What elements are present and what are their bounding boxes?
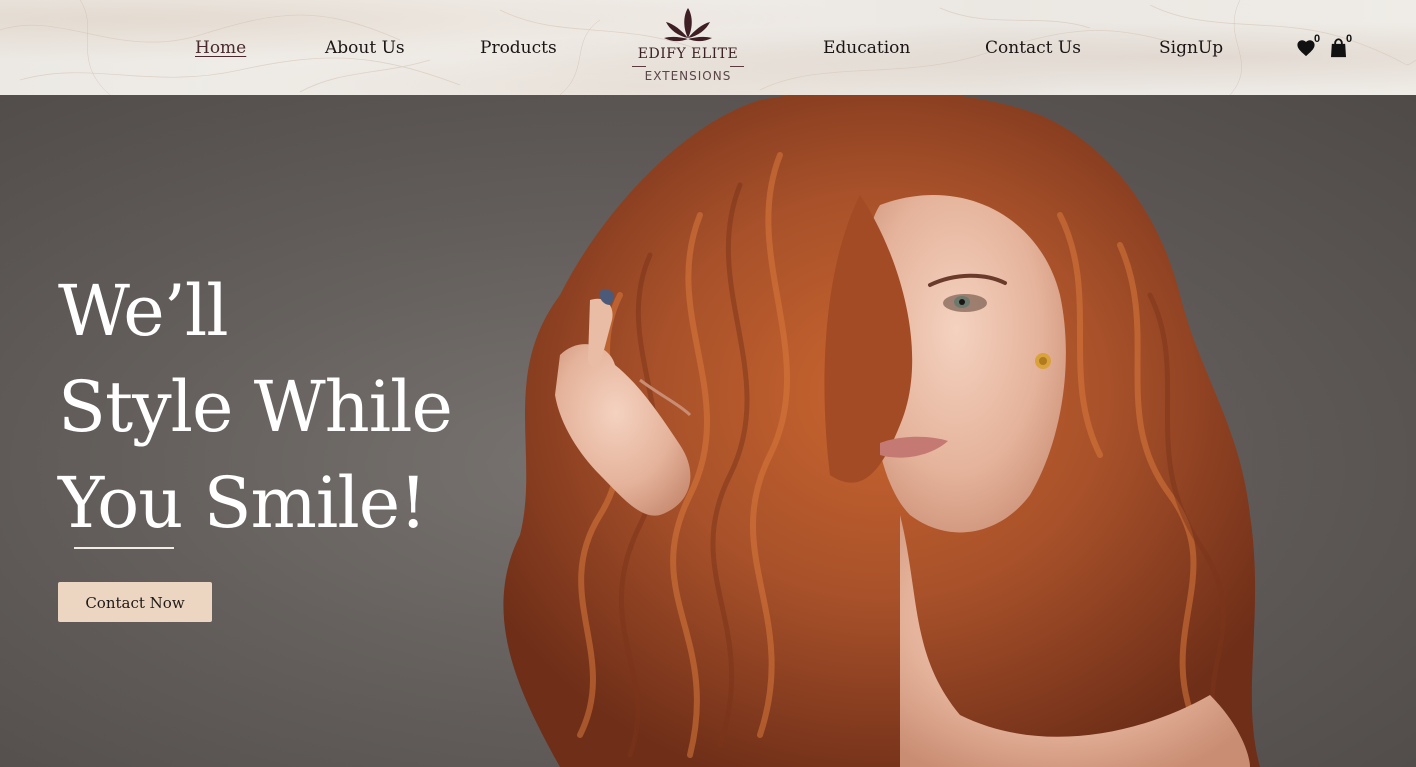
contact-now-button[interactable]: Contact Now: [58, 582, 212, 622]
site-header: Home About Us Products EDIFY ELITE EXTEN…: [0, 0, 1416, 95]
hero-headline-line: You Smile!: [58, 462, 427, 544]
hero-section: We’ll Style While You Smile! Contact Now: [0, 95, 1416, 767]
hero-headline-line: We’ll: [58, 270, 229, 352]
nav-education[interactable]: Education: [823, 36, 910, 60]
cart-button[interactable]: 0: [1330, 33, 1358, 58]
nav-signup[interactable]: SignUp: [1159, 36, 1223, 60]
logo-brand-text: EDIFY ELITE: [637, 46, 739, 62]
logo-tagline: EXTENSIONS: [644, 69, 732, 83]
logo-right-rule: [730, 66, 744, 67]
wishlist-count: 0: [1314, 33, 1321, 45]
site-logo[interactable]: EDIFY ELITE EXTENSIONS: [626, 6, 750, 88]
logo-left-rule: [632, 66, 646, 67]
shopping-bag-icon: [1331, 38, 1346, 58]
hero-headline: We’ll Style While You Smile!: [58, 263, 488, 551]
lotus-icon: [664, 8, 712, 42]
hero-headline-line: Style While: [58, 366, 453, 448]
cart-count: 0: [1346, 33, 1353, 45]
headline-divider: [74, 547, 174, 549]
nav-home[interactable]: Home: [195, 36, 246, 60]
heart-icon: [1297, 40, 1315, 57]
wishlist-button[interactable]: 0: [1296, 33, 1324, 58]
nav-products[interactable]: Products: [480, 36, 557, 60]
nav-about-us[interactable]: About Us: [325, 36, 405, 60]
nav-contact-us[interactable]: Contact Us: [985, 36, 1081, 60]
